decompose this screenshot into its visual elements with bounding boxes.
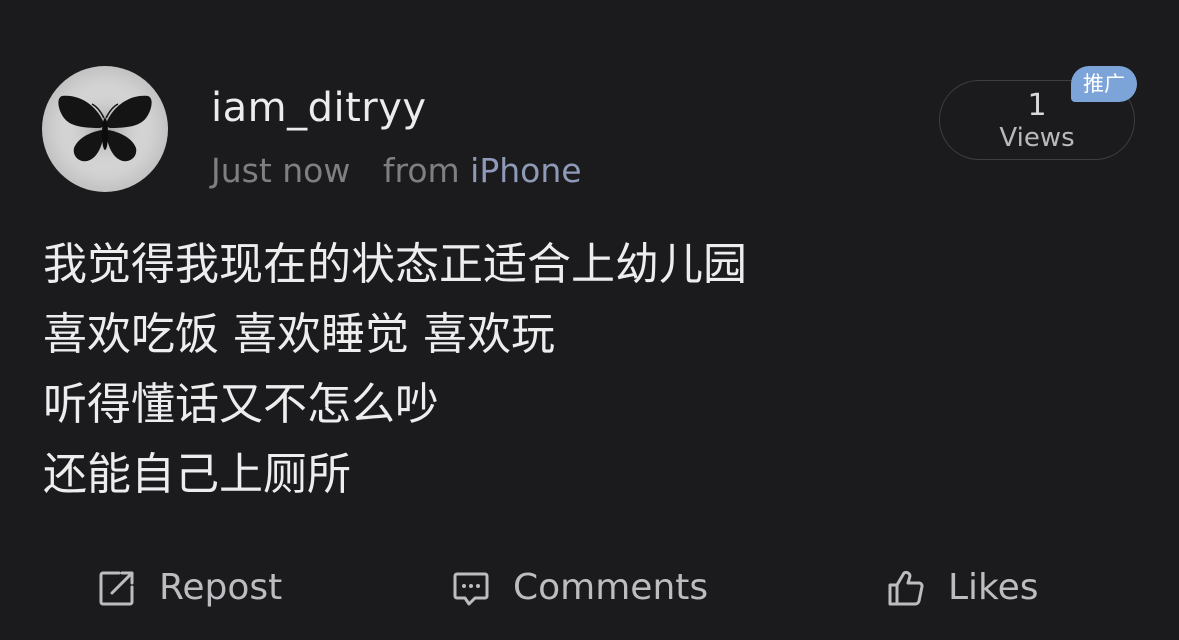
repost-icon (97, 568, 137, 608)
post-card: iam_ditryy Just now from iPhone 1 Views … (0, 0, 1179, 640)
butterfly-icon (57, 81, 153, 177)
source-prefix: from (382, 151, 460, 190)
repost-button[interactable]: Repost (97, 560, 282, 616)
comments-label: Comments (513, 567, 709, 608)
post-meta: Just now from iPhone (211, 150, 582, 192)
views-label: Views (999, 123, 1075, 153)
likes-label: Likes (948, 567, 1039, 608)
comments-button[interactable]: Comments (451, 560, 708, 616)
action-bar: Repost Comments Likes (0, 560, 1179, 616)
content-line: 听得懂话又不怎么吵 (43, 379, 439, 430)
post-time: Just now (211, 151, 351, 190)
content-line: 我觉得我现在的状态正适合上幼儿园 (43, 239, 747, 290)
username[interactable]: iam_ditryy (211, 84, 427, 132)
content-line: 喜欢吃饭 喜欢睡觉 喜欢玩 (43, 309, 555, 360)
avatar[interactable] (42, 66, 168, 192)
likes-button[interactable]: Likes (886, 560, 1039, 616)
repost-label: Repost (159, 567, 283, 608)
post-content: 我觉得我现在的状态正适合上幼儿园 喜欢吃饭 喜欢睡觉 喜欢玩 听得懂话又不怎么吵… (43, 230, 1133, 510)
comment-icon (451, 568, 491, 608)
promo-badge: 推广 (1071, 66, 1137, 102)
thumbs-up-icon (886, 568, 926, 608)
content-line: 还能自己上厕所 (43, 449, 351, 500)
source-device[interactable]: iPhone (470, 151, 581, 190)
